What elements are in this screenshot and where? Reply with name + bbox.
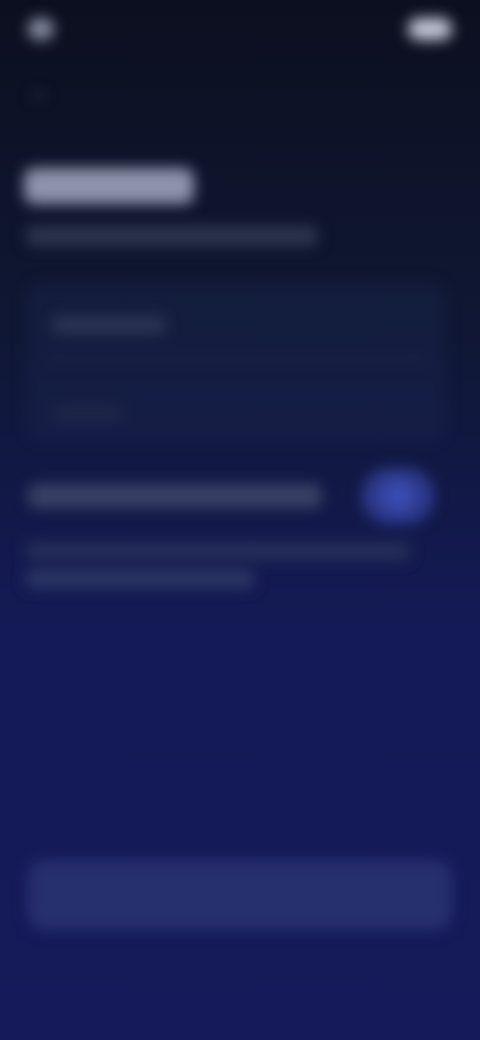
page-subtitle <box>26 226 318 246</box>
settings-card <box>26 282 446 442</box>
description-line <box>26 570 254 588</box>
status-right <box>400 18 452 40</box>
description <box>26 542 410 598</box>
screen <box>0 0 480 1040</box>
status-left <box>28 18 64 40</box>
battery-icon <box>408 18 452 40</box>
toggle-switch[interactable] <box>362 468 434 524</box>
status-bar <box>28 14 452 44</box>
card-row-label[interactable] <box>52 316 166 334</box>
toggle-label <box>28 484 322 508</box>
divider <box>46 358 426 360</box>
page-title <box>24 168 194 204</box>
card-row-label-secondary[interactable] <box>52 406 122 420</box>
back-arrow-icon[interactable] <box>28 86 50 104</box>
description-line <box>26 542 410 560</box>
primary-button[interactable] <box>28 860 452 930</box>
status-indicator-icon <box>28 18 54 40</box>
